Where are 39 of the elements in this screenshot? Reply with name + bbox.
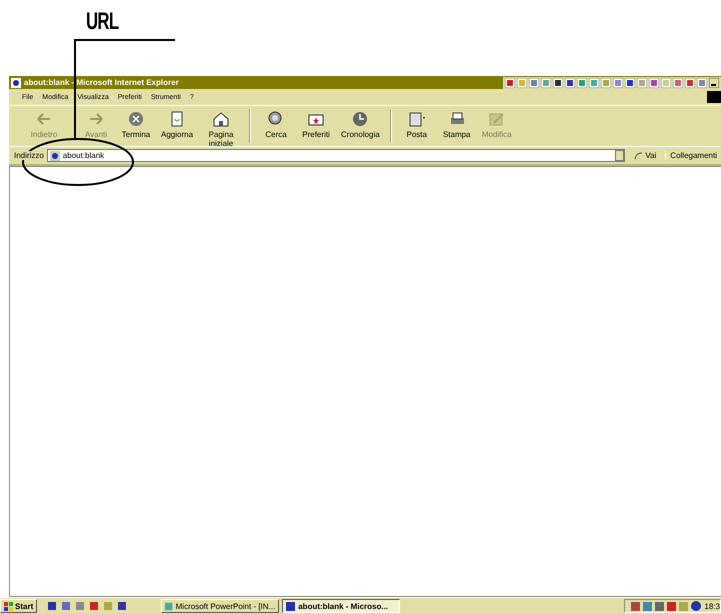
page-icon (50, 150, 60, 160)
toolbar-icon[interactable] (625, 78, 635, 88)
address-label: Indirizzo (14, 151, 44, 160)
taskbar-button[interactable]: about:blank - Microso... (282, 599, 400, 613)
toolbar-button[interactable]: Cerca (257, 109, 296, 141)
history-icon (351, 111, 370, 127)
forward-icon (87, 111, 105, 127)
links-button[interactable]: Collegamenti (665, 151, 721, 160)
toolbar-button[interactable]: Aggiorna (157, 109, 198, 141)
quick-launch-icon[interactable] (61, 601, 72, 611)
app-icon (286, 602, 296, 610)
mail-icon (408, 111, 426, 127)
go-button[interactable]: Vai (628, 151, 662, 160)
toolbar-button[interactable]: Preferiti (297, 109, 336, 141)
toolbar-button[interactable]: Stampa (438, 109, 476, 141)
toolbar-button[interactable]: Cronologia (337, 109, 384, 141)
back-icon (35, 111, 53, 127)
app-icon (165, 602, 173, 610)
start-button[interactable]: Start (0, 599, 38, 613)
quick-launch-icon[interactable] (89, 601, 100, 611)
stop-icon (127, 111, 145, 127)
dropdown-button[interactable] (615, 150, 624, 161)
minimize-icon[interactable] (709, 78, 719, 88)
globe-icon[interactable] (691, 601, 702, 611)
address-field[interactable]: about:blank (46, 149, 626, 162)
window-title: about:blank - Microsoft Internet Explorer (24, 78, 179, 87)
toolbar-icon[interactable] (565, 78, 575, 88)
clock: 18:3 (704, 602, 720, 610)
taskbar-button[interactable]: Microsoft PowerPoint - [IN... (161, 599, 280, 613)
home-icon (212, 111, 230, 127)
annotation-label: URL (86, 8, 118, 36)
toolbar-button[interactable]: Posta (398, 109, 436, 141)
toolbar-icon[interactable] (553, 78, 563, 88)
windows-logo-icon (4, 602, 13, 610)
edit-icon (488, 111, 506, 127)
address-input[interactable]: about:blank (62, 151, 612, 160)
quick-launch-icon[interactable] (117, 601, 128, 611)
toolbar-button[interactable]: Termina (117, 109, 155, 141)
quick-launch-icon[interactable] (47, 601, 58, 611)
